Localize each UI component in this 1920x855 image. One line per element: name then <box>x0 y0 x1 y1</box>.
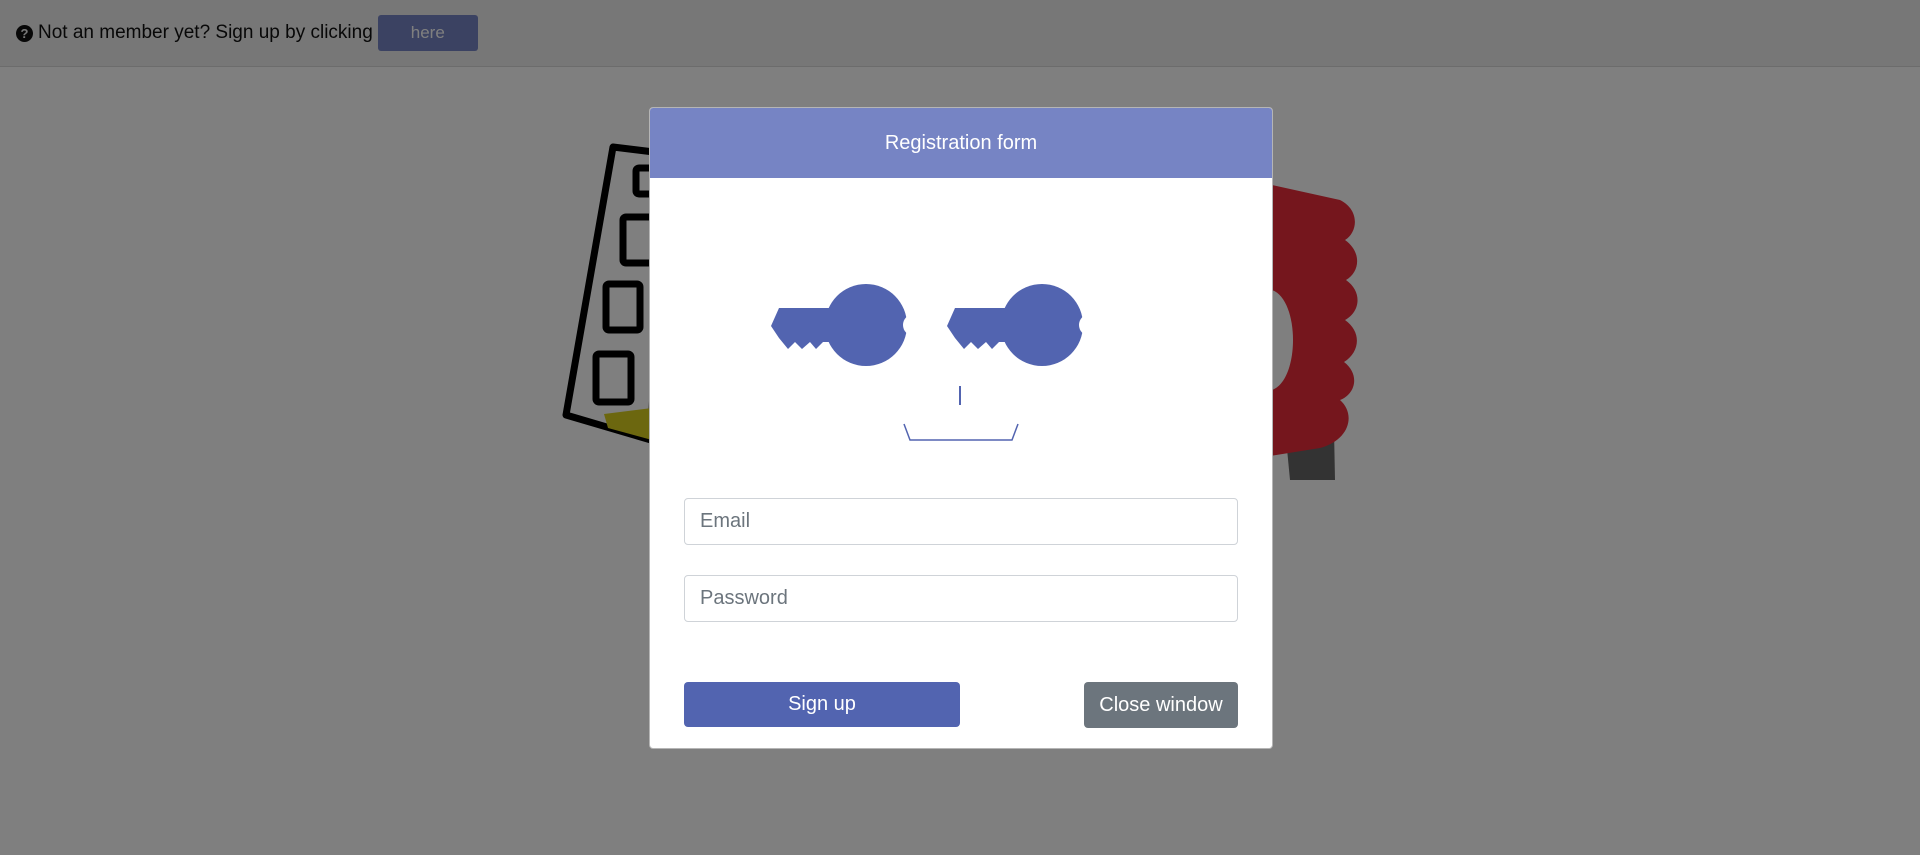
registration-modal: Registration form Sign up Close window <box>649 107 1273 749</box>
close-window-button[interactable]: Close window <box>1084 682 1238 728</box>
modal-header: Registration form <box>650 108 1272 178</box>
mouth-line <box>903 423 1019 441</box>
password-field[interactable] <box>684 575 1238 622</box>
email-field[interactable] <box>684 498 1238 545</box>
sign-up-button[interactable]: Sign up <box>684 682 960 727</box>
right-key-icon <box>947 284 1083 366</box>
left-key-icon <box>771 284 907 366</box>
modal-title: Registration form <box>884 131 1038 154</box>
